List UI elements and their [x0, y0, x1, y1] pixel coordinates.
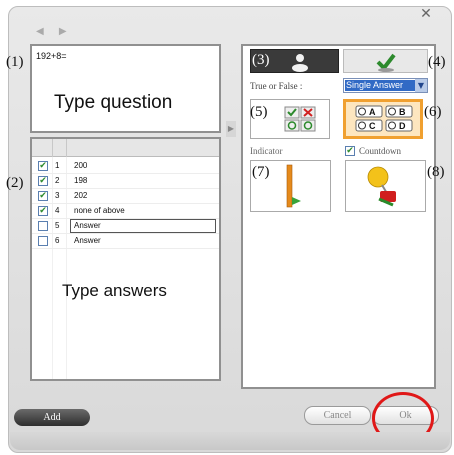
chevron-down-icon[interactable]: ▼	[415, 79, 427, 92]
answer-row[interactable]: 5 Answer	[32, 219, 219, 234]
answer-checkbox[interactable]: ✔	[38, 176, 48, 186]
option-b-letter: B	[399, 107, 406, 117]
callout-5: (5)	[250, 104, 268, 120]
abcd-options-icon: A B C D	[355, 105, 413, 132]
question-text: 192+8=	[36, 51, 67, 61]
answer-number: 5	[55, 221, 60, 230]
answer-checkbox[interactable]	[38, 236, 48, 246]
answer-checkbox[interactable]: ✔	[38, 191, 48, 201]
answer-row[interactable]: ✔ 3 202	[32, 189, 219, 204]
indicator-label: Indicator	[250, 146, 283, 156]
answers-header	[32, 139, 219, 157]
answer-number: 6	[55, 236, 60, 245]
answer-text[interactable]: 198	[74, 176, 87, 185]
timer-bell-icon	[367, 166, 396, 207]
window-bottom-bar	[10, 432, 450, 450]
multiple-choice-options-card[interactable]: A B C D	[343, 99, 423, 139]
answer-text[interactable]: 200	[74, 161, 87, 170]
nav-arrows[interactable]: ◀ ▶	[36, 26, 73, 37]
option-d-letter: D	[399, 121, 406, 131]
answer-text[interactable]: Answer	[74, 236, 101, 245]
option-c-letter: C	[369, 121, 376, 131]
answer-row[interactable]: ✔ 1 200	[32, 159, 219, 174]
answer-row[interactable]: ✔ 4 none of above	[32, 204, 219, 219]
answer-text[interactable]: none of above	[74, 206, 125, 215]
answer-text[interactable]: Answer	[74, 221, 101, 230]
option-a-letter: A	[369, 107, 376, 117]
true-false-label: True or False :	[250, 81, 303, 91]
callout-7: (7)	[252, 164, 270, 180]
settings-panel	[241, 44, 436, 389]
answer-type-select[interactable]: Single Answer ▼	[343, 78, 428, 93]
answer-number: 4	[55, 206, 60, 215]
answers-hint: Type answers	[62, 281, 167, 300]
answer-row[interactable]: ✔ 2 198	[32, 174, 219, 189]
countdown-checkbox[interactable]: ✔	[345, 146, 355, 156]
callout-8: (8)	[427, 164, 445, 180]
answer-checkbox[interactable]: ✔	[38, 161, 48, 171]
checkmark-icon	[376, 53, 396, 72]
answer-checkbox[interactable]: ✔	[38, 206, 48, 216]
callout-6: (6)	[424, 104, 442, 120]
quiz-mode-tile[interactable]	[343, 49, 428, 73]
callout-1: (1)	[6, 54, 24, 70]
answer-number: 2	[55, 176, 60, 185]
callout-3: (3)	[252, 52, 270, 68]
countdown-card[interactable]	[345, 160, 426, 212]
question-hint: Type question	[54, 92, 173, 113]
callout-4: (4)	[428, 54, 446, 70]
answer-row[interactable]: 6 Answer	[32, 234, 219, 249]
callout-2: (2)	[6, 175, 24, 191]
cancel-button[interactable]: Cancel	[304, 406, 371, 425]
answers-list: ✔ 1 200 ✔ 2 198 ✔ 3 202 ✔ 4 none of above 5 Answer 6 An…	[30, 137, 221, 381]
countdown-label: Countdown	[359, 146, 402, 156]
close-icon[interactable]: ✕	[418, 7, 434, 21]
add-button[interactable]: Add	[14, 409, 90, 426]
answer-number: 3	[55, 191, 60, 200]
answer-number: 1	[55, 161, 60, 170]
question-editor[interactable]: 192+8= Type question	[30, 44, 221, 133]
answer-checkbox[interactable]	[38, 221, 48, 231]
answer-type-value: Single Answer	[345, 80, 415, 91]
expand-arrow-icon[interactable]: ▶	[226, 121, 236, 137]
answer-text[interactable]: 202	[74, 191, 87, 200]
